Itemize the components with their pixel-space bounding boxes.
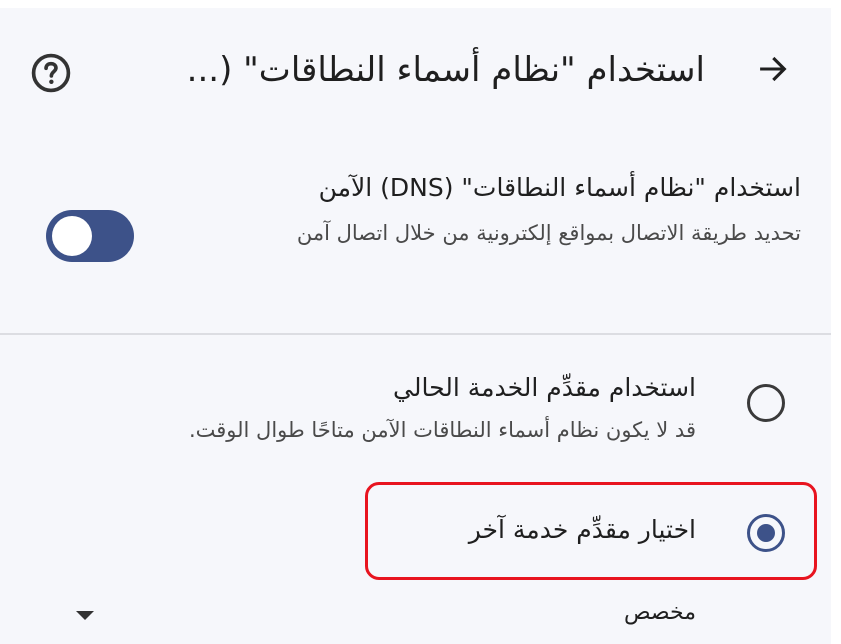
option-current-text: استخدام مقدِّم الخدمة الحالي قد لا يكون …	[56, 368, 696, 448]
secure-dns-description: تحديد طريقة الاتصال بمواقع إلكترونية من …	[296, 221, 801, 245]
highlight-box	[365, 482, 817, 580]
settings-panel: استخدام "نظام أسماء النطاقات" (... استخد…	[0, 8, 831, 644]
header-bar: استخدام "نظام أسماء النطاقات" (...	[0, 8, 831, 128]
page-title: استخدام "نظام أسماء النطاقات" (...	[186, 50, 705, 90]
dropdown-caret-icon	[76, 611, 94, 620]
help-button[interactable]	[28, 50, 74, 96]
provider-dropdown[interactable]: مخصص	[0, 593, 831, 638]
option-current-provider[interactable]: استخدام مقدِّم الخدمة الحالي قد لا يكون …	[0, 358, 831, 458]
option-current-description: قد لا يكون نظام أسماء النطاقات الآمن متا…	[188, 418, 696, 442]
toggle-knob	[52, 216, 92, 256]
option-current-title: استخدام مقدِّم الخدمة الحالي	[393, 373, 696, 402]
dropdown-selected-value: مخصص	[623, 600, 696, 625]
secure-dns-title: استخدام "نظام أسماء النطاقات" (DNS) الآم…	[318, 173, 801, 202]
arrow-right-icon	[760, 56, 787, 82]
divider	[0, 333, 831, 335]
secure-dns-toggle[interactable]	[46, 210, 134, 262]
radio-current-provider[interactable]	[747, 384, 785, 422]
secure-dns-text: استخدام "نظام أسماء النطاقات" (DNS) الآم…	[201, 168, 801, 252]
secure-dns-setting[interactable]: استخدام "نظام أسماء النطاقات" (DNS) الآم…	[0, 158, 831, 308]
back-button[interactable]	[753, 49, 793, 89]
help-circle-icon	[31, 53, 71, 93]
